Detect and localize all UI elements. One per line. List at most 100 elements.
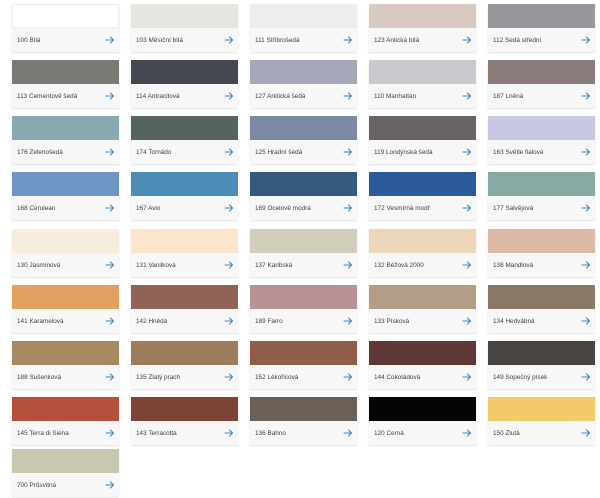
color-card[interactable]: 188 Sušenková (12, 341, 119, 389)
arrow-right-icon[interactable] (343, 203, 353, 213)
arrow-right-icon[interactable] (224, 91, 234, 101)
color-swatch[interactable] (369, 116, 476, 140)
arrow-right-icon[interactable] (581, 35, 591, 45)
arrow-right-icon[interactable] (462, 91, 472, 101)
arrow-right-icon[interactable] (105, 260, 115, 270)
color-swatch[interactable] (131, 116, 238, 140)
color-swatch[interactable] (131, 229, 238, 253)
color-card[interactable]: 177 Šalvějová (488, 172, 595, 220)
color-swatch[interactable] (250, 172, 357, 196)
color-swatch[interactable] (250, 60, 357, 84)
color-swatch[interactable] (12, 4, 119, 28)
arrow-right-icon[interactable] (224, 260, 234, 270)
color-swatch[interactable] (250, 4, 357, 28)
arrow-right-icon[interactable] (462, 316, 472, 326)
color-swatch[interactable] (12, 449, 119, 473)
arrow-right-icon[interactable] (105, 147, 115, 157)
color-swatch[interactable] (488, 60, 595, 84)
color-card[interactable]: 167 Avio (131, 172, 238, 220)
arrow-right-icon[interactable] (224, 372, 234, 382)
arrow-right-icon[interactable] (105, 428, 115, 438)
color-card[interactable]: 172 Vesmírná modř (369, 172, 476, 220)
color-card[interactable]: 133 Písková (369, 285, 476, 333)
color-swatch[interactable] (250, 285, 357, 309)
color-card[interactable]: 137 Karibská (250, 229, 357, 277)
arrow-right-icon[interactable] (343, 428, 353, 438)
color-swatch[interactable] (12, 116, 119, 140)
color-card[interactable]: 143 Terracotta (131, 397, 238, 445)
arrow-right-icon[interactable] (462, 428, 472, 438)
color-card[interactable]: 174 Tornádo (131, 116, 238, 164)
color-swatch[interactable] (12, 172, 119, 196)
color-card[interactable]: 111 Stříbrošedá (250, 4, 357, 52)
color-card[interactable]: 125 Hradní šedá (250, 116, 357, 164)
color-swatch[interactable] (488, 172, 595, 196)
arrow-right-icon[interactable] (224, 316, 234, 326)
color-card[interactable]: 100 Bílá (12, 4, 119, 52)
color-card[interactable]: 144 Čokoládová (369, 341, 476, 389)
color-card[interactable]: 163 Světle fialová (488, 116, 595, 164)
color-swatch[interactable] (488, 397, 595, 421)
arrow-right-icon[interactable] (105, 91, 115, 101)
color-swatch[interactable] (488, 285, 595, 309)
arrow-right-icon[interactable] (581, 91, 591, 101)
color-card[interactable]: 120 Černá (369, 397, 476, 445)
color-swatch[interactable] (12, 285, 119, 309)
color-swatch[interactable] (131, 285, 238, 309)
color-swatch[interactable] (369, 397, 476, 421)
color-card[interactable]: 112 Šedá střední (488, 4, 595, 52)
color-swatch[interactable] (369, 60, 476, 84)
color-swatch[interactable] (369, 4, 476, 28)
color-swatch[interactable] (369, 229, 476, 253)
color-card[interactable]: 187 Lněná (488, 60, 595, 108)
arrow-right-icon[interactable] (343, 372, 353, 382)
color-card[interactable]: 142 Hnědá (131, 285, 238, 333)
color-card[interactable]: 149 Sopečný písek (488, 341, 595, 389)
color-card[interactable]: 176 Zelenošedá (12, 116, 119, 164)
arrow-right-icon[interactable] (462, 203, 472, 213)
color-card[interactable]: 135 Zlatý prach (131, 341, 238, 389)
color-swatch[interactable] (131, 60, 238, 84)
color-card[interactable]: 132 Béžová 2000 (369, 229, 476, 277)
color-swatch[interactable] (12, 397, 119, 421)
arrow-right-icon[interactable] (224, 147, 234, 157)
color-card[interactable]: 152 Lékořicová (250, 341, 357, 389)
color-card[interactable]: 141 Karamelová (12, 285, 119, 333)
color-swatch[interactable] (488, 341, 595, 365)
color-card[interactable]: 150 Žlutá (488, 397, 595, 445)
arrow-right-icon[interactable] (224, 203, 234, 213)
arrow-right-icon[interactable] (462, 35, 472, 45)
color-card[interactable]: 189 Farro (250, 285, 357, 333)
color-swatch[interactable] (250, 341, 357, 365)
color-card[interactable]: 138 Mandlová (488, 229, 595, 277)
arrow-right-icon[interactable] (105, 35, 115, 45)
arrow-right-icon[interactable] (343, 147, 353, 157)
color-card[interactable]: 113 Cementově šedá (12, 60, 119, 108)
color-swatch[interactable] (250, 116, 357, 140)
color-swatch[interactable] (369, 172, 476, 196)
color-card[interactable]: 103 Měsíční bílá (131, 4, 238, 52)
arrow-right-icon[interactable] (581, 147, 591, 157)
arrow-right-icon[interactable] (581, 316, 591, 326)
arrow-right-icon[interactable] (343, 316, 353, 326)
color-swatch[interactable] (131, 397, 238, 421)
arrow-right-icon[interactable] (105, 372, 115, 382)
color-card[interactable]: 114 Antracitová (131, 60, 238, 108)
color-swatch[interactable] (131, 341, 238, 365)
arrow-right-icon[interactable] (224, 35, 234, 45)
color-card[interactable]: 119 Londýnská šedá (369, 116, 476, 164)
color-card[interactable]: 127 Arktická šedá (250, 60, 357, 108)
arrow-right-icon[interactable] (462, 260, 472, 270)
arrow-right-icon[interactable] (224, 428, 234, 438)
color-swatch[interactable] (250, 397, 357, 421)
arrow-right-icon[interactable] (343, 35, 353, 45)
color-card[interactable]: 130 Jasmínová (12, 229, 119, 277)
color-card[interactable]: 700 Průsvitná (12, 449, 119, 497)
arrow-right-icon[interactable] (581, 203, 591, 213)
color-card[interactable]: 110 Manhattan (369, 60, 476, 108)
arrow-right-icon[interactable] (581, 428, 591, 438)
color-card[interactable]: 168 Cerulean (12, 172, 119, 220)
color-card[interactable]: 169 Ocelově modrá (250, 172, 357, 220)
arrow-right-icon[interactable] (462, 372, 472, 382)
color-swatch[interactable] (369, 341, 476, 365)
